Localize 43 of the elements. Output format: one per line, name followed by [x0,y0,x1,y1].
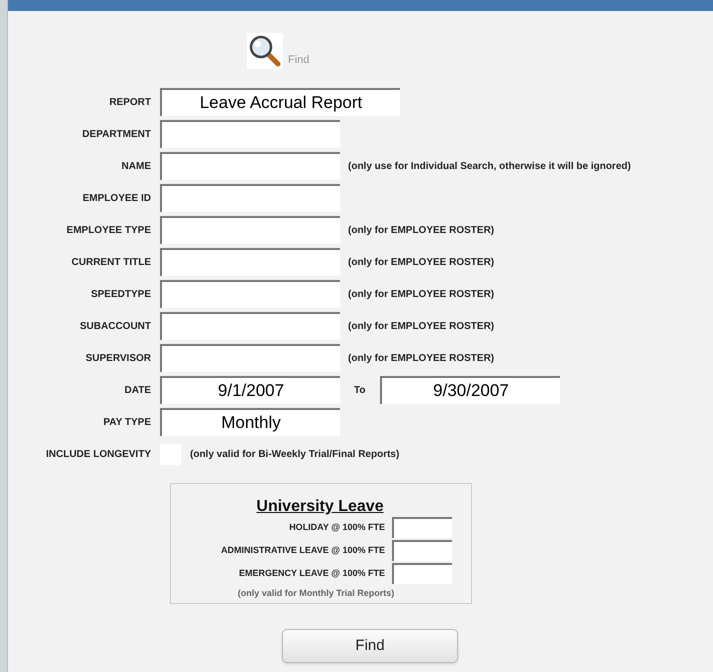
leave-label: EMERGENCY LEAVE @ 100% FTE [239,566,385,580]
date-field[interactable]: 9/30/2007 [380,376,560,404]
leave-field[interactable] [392,563,452,584]
text-field[interactable] [160,152,340,180]
field-label: EMPLOYEE TYPE [66,224,151,238]
field-label: NAME [122,160,151,174]
leave-field[interactable] [392,517,452,538]
search-icon[interactable] [247,33,283,69]
field-note: (only for EMPLOYEE ROSTER) [348,256,494,270]
field-label: SUPERVISOR [86,352,151,366]
field-label: EMPLOYEE ID [82,192,151,206]
field-label: INCLUDE LONGEVITY [46,448,151,462]
field-note: (only for EMPLOYEE ROSTER) [348,352,494,366]
text-field[interactable] [160,184,340,212]
field-label: SUBACCOUNT [80,320,151,334]
text-field[interactable] [160,248,340,276]
date-field[interactable]: 9/1/2007 [160,376,340,404]
text-field[interactable] [160,344,340,372]
field-label: SPEEDTYPE [90,288,151,302]
field-label: DEPARTMENT [82,128,151,142]
field-note: (only for EMPLOYEE ROSTER) [348,224,494,238]
text-field[interactable] [160,280,340,308]
leave-label: HOLIDAY @ 100% FTE [289,520,385,534]
field-label: CURRENT TITLE [72,256,151,270]
to-label: To [354,384,366,398]
field-label: REPORT [109,96,151,110]
field-note: (only use for Individual Search, otherwise it will be ignored) [348,160,631,174]
text-field[interactable]: Monthly [160,408,340,436]
field-note: (only for EMPLOYEE ROSTER) [348,320,494,334]
find-button[interactable]: Find [282,629,458,663]
leave-field[interactable] [392,540,452,561]
field-label: DATE [124,384,151,398]
field-label: PAY TYPE [103,416,151,430]
text-field[interactable] [160,216,340,244]
find-label: Find [288,52,310,68]
field-note: (only for EMPLOYEE ROSTER) [348,288,494,302]
text-field[interactable] [160,120,340,148]
leave-label: ADMINISTRATIVE LEAVE @ 100% FTE [221,544,385,557]
panel-title: University Leave [256,498,384,516]
text-field[interactable]: Leave Accrual Report [160,88,400,116]
field-note: (only valid for Bi-Weekly Trial/Final Reports) [190,448,400,462]
panel-note: (only valid for Monthly Trial Reports) [238,587,394,600]
text-field[interactable] [160,312,340,340]
